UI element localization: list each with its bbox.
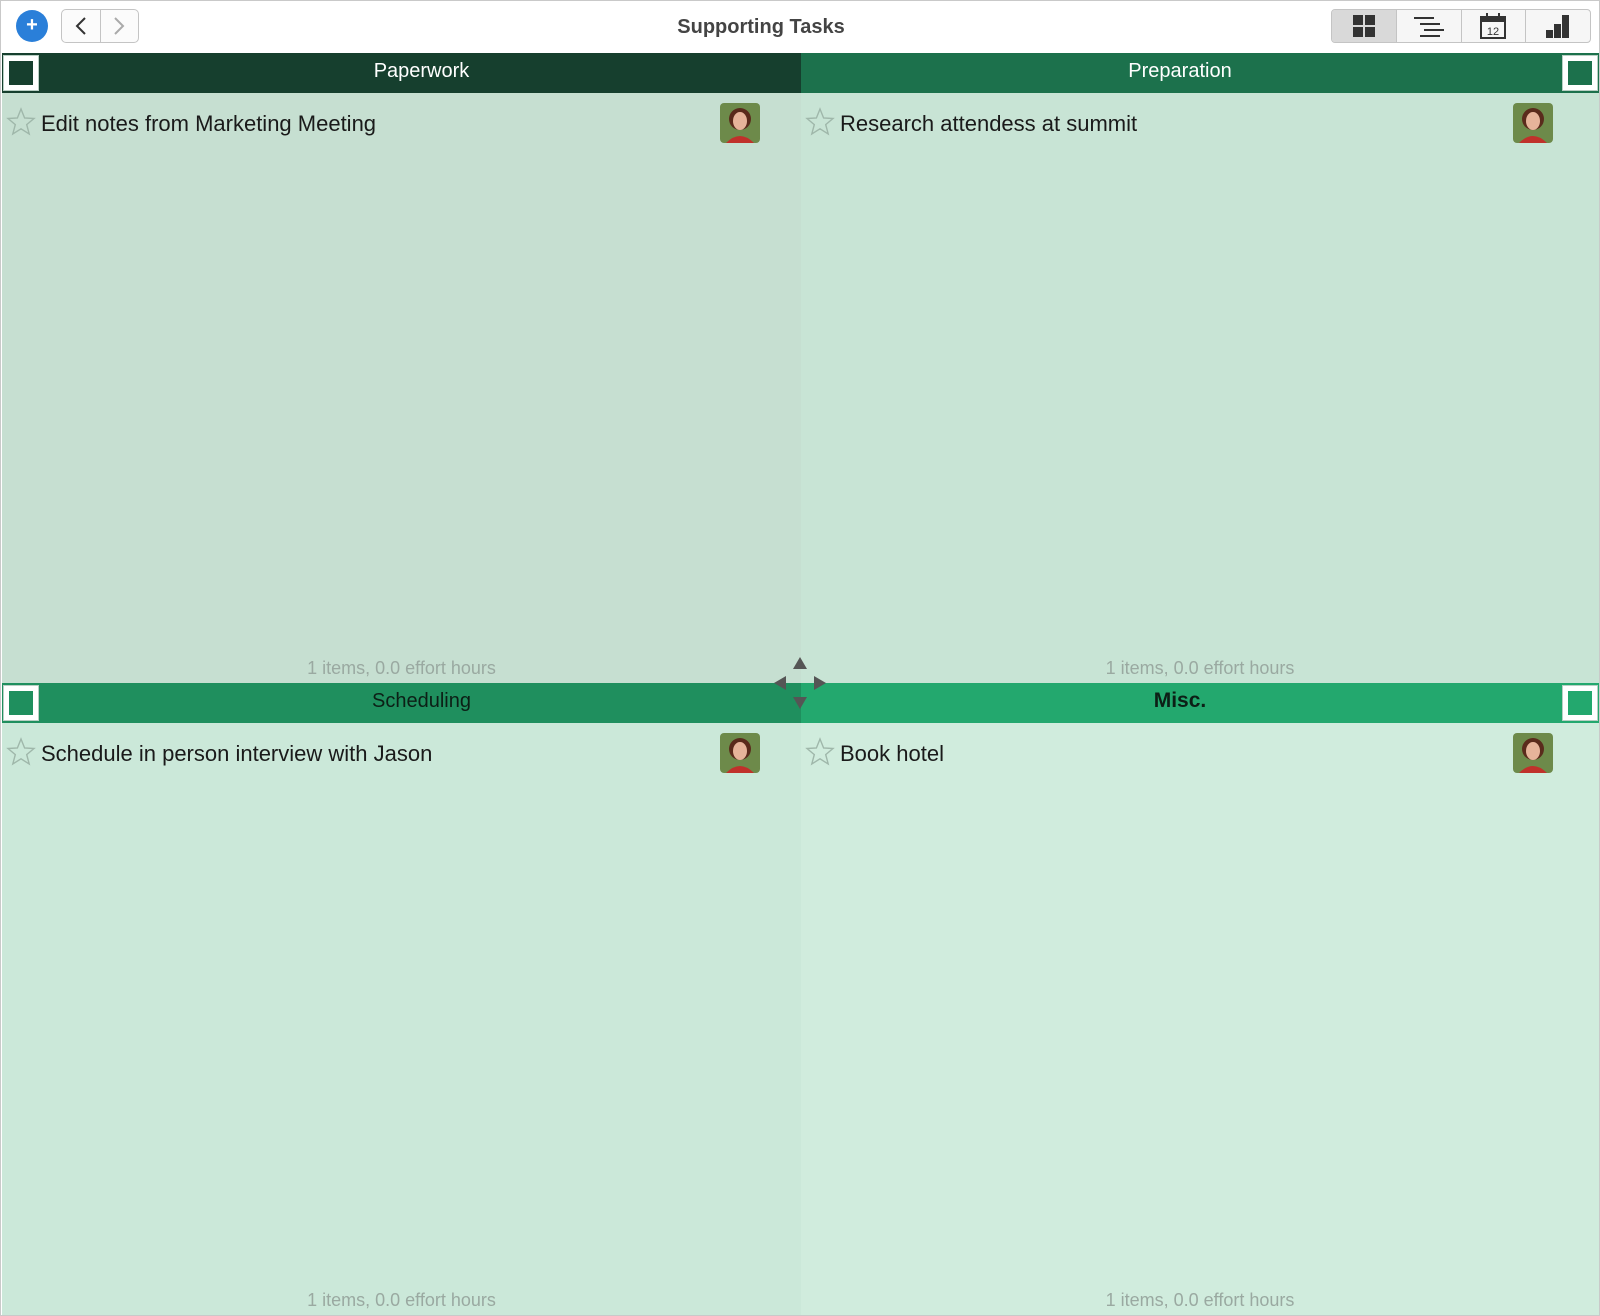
quadrant-header: Preparation bbox=[801, 53, 1599, 93]
outline-view-icon bbox=[1413, 17, 1444, 37]
avatar[interactable] bbox=[720, 103, 760, 143]
quadrant-summary: 1 items, 0.0 effort hours bbox=[1105, 1290, 1295, 1310]
quadrant-header: Paperwork bbox=[2, 53, 801, 93]
quadrant-preparation: Preparation Research attendess at summit… bbox=[801, 53, 1599, 683]
task-label: Book hotel bbox=[840, 741, 944, 766]
star-icon[interactable] bbox=[6, 737, 36, 767]
quadrant-body[interactable]: Edit notes from Marketing Meeting 1 item… bbox=[2, 93, 801, 683]
quadrant-title[interactable]: Preparation bbox=[801, 53, 1559, 93]
quadrant-scheduling: Scheduling Schedule in person interview … bbox=[2, 683, 801, 1315]
quadrant-misc: Misc. Book hotel 1 items, 0.0 effort hou… bbox=[801, 683, 1599, 1315]
quadrant-title[interactable]: Scheduling bbox=[42, 683, 801, 723]
quadrant-summary: 1 items, 0.0 effort hours bbox=[307, 658, 496, 678]
swatch-box bbox=[9, 61, 33, 85]
swatch-box bbox=[1568, 61, 1592, 85]
quadrant-body[interactable]: Research attendess at summit 1 items, 0.… bbox=[801, 93, 1599, 683]
quadrant-color-swatch[interactable] bbox=[3, 685, 39, 721]
view-switcher: 12 bbox=[1331, 9, 1591, 43]
task-item[interactable]: Schedule in person interview with Jason bbox=[2, 729, 801, 773]
window-title: Supporting Tasks bbox=[677, 16, 845, 38]
avatar[interactable] bbox=[1513, 103, 1553, 143]
quadrant-body[interactable]: Schedule in person interview with Jason … bbox=[2, 723, 801, 1315]
quadrant-color-swatch[interactable] bbox=[3, 55, 39, 91]
task-item[interactable]: Research attendess at summit bbox=[801, 99, 1599, 143]
chart-view-icon bbox=[1546, 15, 1570, 38]
chart-view-button[interactable] bbox=[1525, 10, 1590, 42]
star-icon[interactable] bbox=[6, 107, 36, 137]
app-window: + Supporting Tasks 12 Paperwork Edit not… bbox=[0, 0, 1600, 1316]
swatch-box bbox=[1568, 691, 1592, 715]
task-label: Edit notes from Marketing Meeting bbox=[41, 111, 377, 136]
calendar-day-text: 12 bbox=[1487, 26, 1499, 38]
quadrant-summary: 1 items, 0.0 effort hours bbox=[307, 1290, 496, 1310]
avatar[interactable] bbox=[1513, 733, 1553, 773]
task-item[interactable]: Book hotel bbox=[801, 729, 1599, 773]
avatar[interactable] bbox=[720, 733, 760, 773]
quadrant-summary: 1 items, 0.0 effort hours bbox=[1105, 658, 1295, 678]
quadrant-header: Scheduling bbox=[2, 683, 801, 723]
toolbar: + Supporting Tasks 12 bbox=[1, 1, 1599, 53]
quadrant-body[interactable]: Book hotel 1 items, 0.0 effort hours bbox=[801, 723, 1599, 1315]
quadrant-title[interactable]: Paperwork bbox=[42, 53, 801, 93]
quadrant-color-swatch[interactable] bbox=[1562, 55, 1598, 91]
calendar-view-button[interactable]: 12 bbox=[1460, 10, 1526, 42]
swatch-box bbox=[9, 691, 33, 715]
star-icon[interactable] bbox=[805, 107, 835, 137]
quadrant-resize-handle-icon[interactable] bbox=[772, 655, 828, 711]
outline-view-button[interactable] bbox=[1395, 10, 1461, 42]
task-label: Research attendess at summit bbox=[840, 111, 1138, 136]
quadrant-paperwork: Paperwork Edit notes from Marketing Meet… bbox=[2, 53, 801, 683]
grid-view-icon bbox=[1352, 15, 1375, 37]
grid-view-button[interactable] bbox=[1332, 10, 1396, 42]
quadrant-header: Misc. bbox=[801, 683, 1599, 723]
task-label: Schedule in person interview with Jason bbox=[41, 741, 433, 766]
calendar-view-icon: 12 bbox=[1480, 13, 1507, 39]
star-icon[interactable] bbox=[805, 737, 835, 767]
quadrant-color-swatch[interactable] bbox=[1562, 685, 1598, 721]
quadrant-title[interactable]: Misc. bbox=[801, 683, 1559, 723]
task-item[interactable]: Edit notes from Marketing Meeting bbox=[2, 99, 801, 143]
